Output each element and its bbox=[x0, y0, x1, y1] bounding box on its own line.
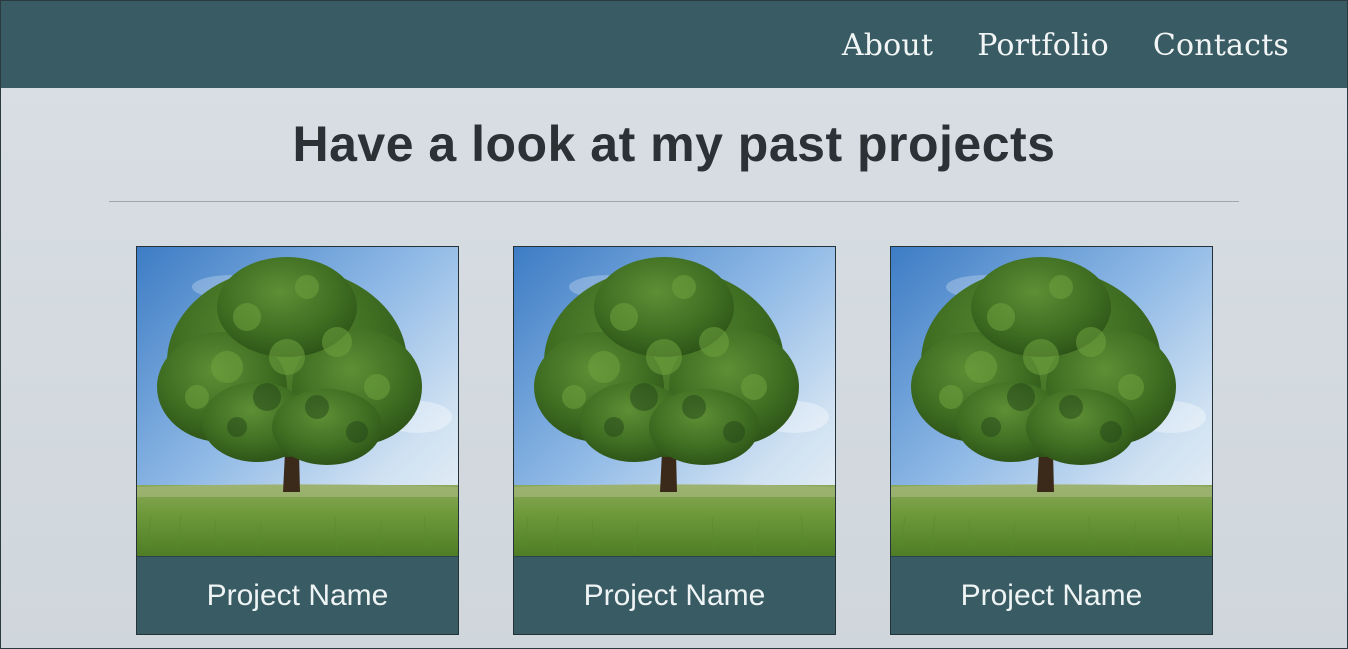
page-title: Have a look at my past projects bbox=[292, 116, 1056, 172]
project-card-1[interactable]: Project Name bbox=[136, 246, 459, 635]
project-name: Project Name bbox=[891, 556, 1212, 634]
project-card-3[interactable]: Project Name bbox=[890, 246, 1213, 635]
title-divider bbox=[109, 201, 1239, 202]
project-image-tree bbox=[891, 247, 1212, 556]
project-name: Project Name bbox=[137, 556, 458, 634]
nav-link-about[interactable]: About bbox=[842, 28, 933, 63]
project-card-2[interactable]: Project Name bbox=[513, 246, 836, 635]
project-image-tree bbox=[514, 247, 835, 556]
nav-link-portfolio[interactable]: Portfolio bbox=[977, 28, 1109, 63]
nav-link-contacts[interactable]: Contacts bbox=[1153, 28, 1289, 63]
top-navbar: About Portfolio Contacts bbox=[0, 0, 1348, 88]
project-name: Project Name bbox=[514, 556, 835, 634]
project-image-tree bbox=[137, 247, 458, 556]
